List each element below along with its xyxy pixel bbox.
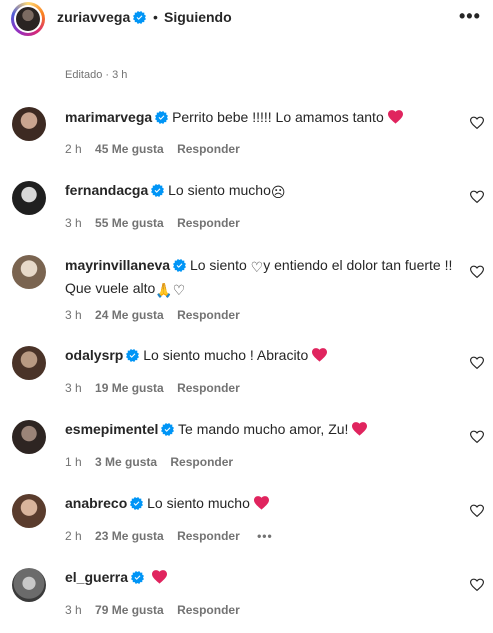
verified-icon [161,423,174,436]
comment-body: Perrito bebe !!!!! Lo amamos tanto [172,109,384,125]
white-heart-emoji-icon: ♡ [250,259,264,275]
reply-button[interactable]: Responder [177,308,240,322]
red-heart-emoji-icon [312,348,327,362]
avatar[interactable] [12,494,46,528]
like-heart-icon[interactable] [470,356,484,370]
avatar[interactable] [12,181,46,215]
comment-likes[interactable]: 45 Me gusta [95,142,164,156]
comment-likes[interactable]: 55 Me gusta [95,216,164,230]
red-heart-emoji-icon [254,496,269,510]
comment-username[interactable]: esmepimentel [65,421,158,437]
reply-button[interactable]: Responder [177,381,240,395]
comment-likes[interactable]: 79 Me gusta [95,603,164,617]
comment-time: 3 h [65,308,82,322]
comment-time: 3 h [65,381,82,395]
following-button[interactable]: Siguiendo [164,9,232,25]
comment-body: Te mando mucho amor, Zu! [178,421,349,437]
verified-icon [151,184,164,197]
comment-username[interactable]: anabreco [65,495,127,511]
like-heart-icon[interactable] [470,190,484,204]
comment-username[interactable]: odalysrp [65,347,123,363]
red-heart-emoji-icon [388,110,403,124]
avatar[interactable] [12,255,46,289]
comment-time: 2 h [65,142,82,156]
comment-meta: 3 h 19 Me gusta Responder [65,381,250,395]
comment-likes[interactable]: 24 Me gusta [95,308,164,322]
comment-time: 3 h [65,216,82,230]
post-header: zuriavvega • Siguiendo ••• [0,0,493,40]
comment-meta: 1 h 3 Me gusta Responder [65,455,243,469]
edited-timestamp: Editado · 3 h [65,69,128,81]
comment-meta: 2 h 45 Me gusta Responder [65,142,250,156]
avatar[interactable] [12,568,46,602]
comment-text: anabreco Lo siento mucho [65,493,460,514]
comment-likes[interactable]: 3 Me gusta [95,455,157,469]
comment-body: Lo siento mucho ! Abracito [143,347,309,363]
comment-text: odalysrp Lo siento mucho ! Abracito [65,345,460,366]
comment-time: 1 h [65,455,82,469]
white-heart-emoji-icon: ♡ [172,282,186,298]
avatar[interactable] [12,107,46,141]
verified-icon [131,571,144,584]
reply-button[interactable]: Responder [177,142,240,156]
like-heart-icon[interactable] [470,578,484,592]
verified-icon [155,111,168,124]
comment-body: Lo siento mucho [168,182,271,198]
reply-button[interactable]: Responder [170,455,233,469]
comment-time: 3 h [65,603,82,617]
comment-text: fernandacga Lo siento mucho☹ [65,180,460,203]
praying-hands-emoji-icon: 🙏 [155,282,173,298]
like-heart-icon[interactable] [470,116,484,130]
red-heart-emoji-icon [352,422,367,436]
comment-username[interactable]: fernandacga [65,182,148,198]
comment-body: Lo siento [189,257,247,273]
comment-username[interactable]: marimarvega [65,109,152,125]
sad-face-emoji-icon: ☹ [270,184,286,200]
separator-dot: • [153,9,158,25]
like-heart-icon[interactable] [470,265,484,279]
avatar[interactable] [12,346,46,380]
reply-button[interactable]: Responder [177,603,240,617]
comment-meta: 3 h 24 Me gusta Responder [65,308,250,322]
like-heart-icon[interactable] [470,430,484,444]
verified-icon [130,497,143,510]
comment-username[interactable]: el_guerra [65,569,128,585]
comment-likes[interactable]: 19 Me gusta [95,381,164,395]
comment-text: mayrinvillaneva Lo siento ♡y entiendo el… [65,255,460,301]
comment-text: el_guerra [65,567,460,588]
comment-more-options-icon[interactable]: ••• [257,529,273,543]
verified-icon [126,349,139,362]
comment-meta: 3 h 55 Me gusta Responder [65,216,250,230]
like-heart-icon[interactable] [470,504,484,518]
comment-text: marimarvega Perrito bebe !!!!! Lo amamos… [65,107,460,128]
comment-time: 2 h [65,529,82,543]
comment-likes[interactable]: 23 Me gusta [95,529,164,543]
comment-meta: 3 h 79 Me gusta Responder [65,603,250,617]
red-heart-emoji-icon [152,570,167,584]
reply-button[interactable]: Responder [177,216,240,230]
verified-icon [133,11,146,24]
profile-avatar[interactable] [11,2,45,36]
comment-meta: 2 h 23 Me gusta Responder ••• [65,529,283,543]
verified-icon [173,259,186,272]
comment-body: Lo siento mucho [147,495,250,511]
avatar[interactable] [12,420,46,454]
reply-button[interactable]: Responder [177,529,240,543]
comment-username[interactable]: mayrinvillaneva [65,257,170,273]
post-username[interactable]: zuriavvega [57,9,146,25]
comment-text: esmepimentel Te mando mucho amor, Zu! [65,419,460,440]
more-options-icon[interactable]: ••• [459,7,481,25]
